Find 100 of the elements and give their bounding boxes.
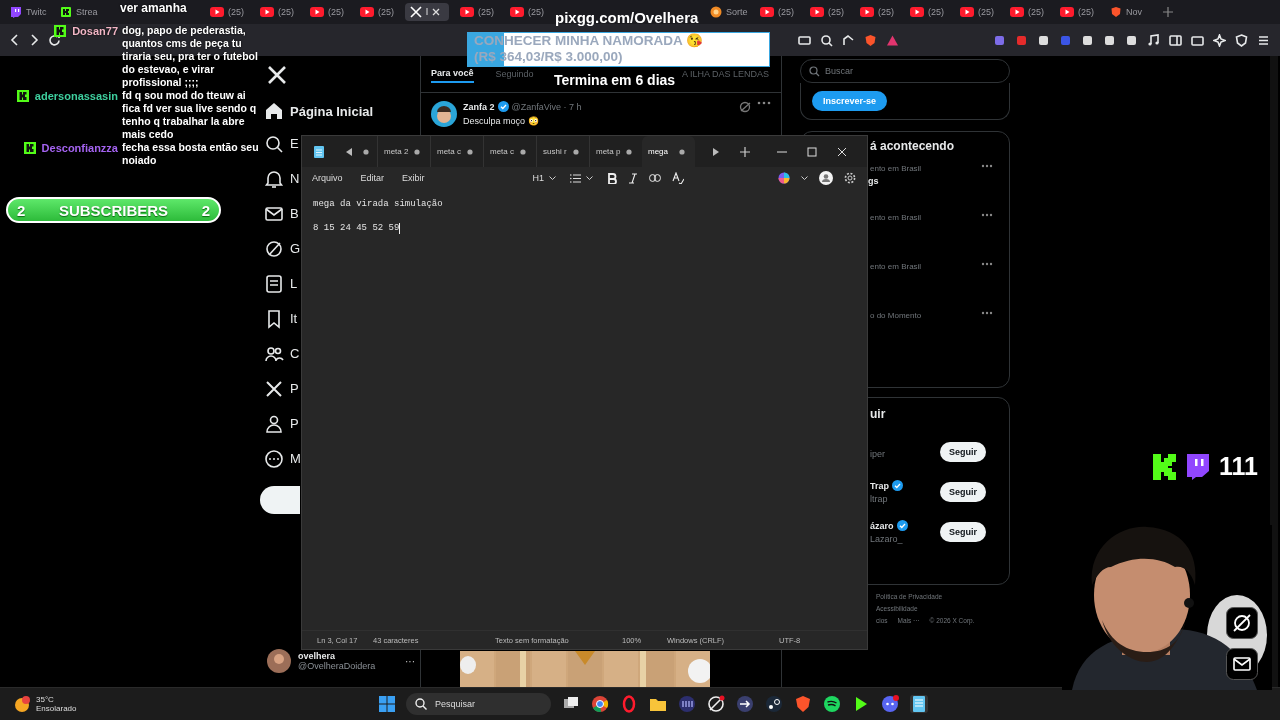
sparkle-icon[interactable] [1213, 33, 1226, 47]
account-name[interactable]: Trap [870, 480, 889, 491]
search-field[interactable]: Pesquisar [406, 693, 551, 715]
caret-icon[interactable] [801, 175, 808, 181]
shield-outline-icon[interactable] [1235, 33, 1248, 47]
grok-icon[interactable] [739, 101, 751, 113]
more-icon[interactable] [757, 101, 771, 105]
share-icon[interactable] [841, 33, 855, 47]
follow-button[interactable]: Seguir [940, 482, 986, 502]
screen-icon[interactable] [797, 33, 811, 47]
scroll-left-icon[interactable] [346, 147, 353, 156]
account-name[interactable]: ázaro [870, 520, 894, 531]
scroll-right-icon[interactable] [713, 147, 720, 156]
browser-tab[interactable]: (25) [355, 3, 403, 21]
browser-tab[interactable]: (25) [205, 3, 253, 21]
editor-tab[interactable]: sushi r [536, 136, 589, 167]
nav-link[interactable]: M [290, 451, 301, 466]
search-field[interactable]: Buscar [800, 59, 1010, 83]
italic-icon[interactable] [628, 172, 639, 184]
spellcheck-icon[interactable] [672, 172, 685, 184]
account-icon[interactable] [819, 171, 833, 185]
lion-shield-icon[interactable] [794, 695, 812, 713]
author-name[interactable]: Zanfa 2 [463, 101, 495, 112]
nav-link[interactable]: P [290, 381, 299, 396]
browser-tab[interactable]: (25) [855, 3, 903, 21]
browser-tab[interactable]: Strea [55, 3, 103, 21]
x-logo-icon[interactable] [266, 64, 288, 86]
browser-tab[interactable]: (25) [1055, 3, 1103, 21]
browser-tab[interactable]: (25) [805, 3, 853, 21]
nav-link[interactable]: Página Inicial [290, 103, 374, 119]
follow-button[interactable]: Seguir [940, 522, 986, 542]
editor-tab[interactable]: meta c [430, 136, 483, 167]
bold-icon[interactable] [607, 172, 618, 184]
x-logo-icon[interactable] [264, 378, 284, 399]
trend-topic[interactable]: gs [868, 176, 922, 186]
menu-item[interactable]: Arquivo [312, 173, 343, 183]
colorful-logo-icon[interactable] [778, 172, 790, 184]
heading-dropdown[interactable]: H1 [532, 173, 557, 183]
follow-button[interactable]: Seguir [940, 442, 986, 462]
nav-link[interactable]: It [290, 311, 298, 326]
nav-link[interactable]: P [290, 416, 299, 431]
nav-link[interactable]: N [290, 171, 300, 186]
menu-icon[interactable] [1257, 33, 1270, 47]
nav-link[interactable]: B [290, 206, 299, 221]
nav-link[interactable]: C [290, 346, 300, 361]
extension-icon[interactable] [1103, 33, 1116, 47]
feed-tab[interactable]: Seguindo [495, 68, 534, 82]
new-tab-icon[interactable] [1163, 7, 1173, 17]
sidebar-icon[interactable] [1169, 33, 1182, 47]
lion-shield-icon[interactable] [863, 33, 877, 47]
wallet-icon[interactable] [1191, 33, 1204, 47]
browser-tab[interactable]: (25) [255, 3, 303, 21]
more-icon[interactable] [264, 448, 284, 469]
link-icon[interactable] [649, 174, 662, 182]
browser-tab[interactable]: Twitc [5, 3, 53, 21]
person-icon[interactable] [264, 413, 284, 434]
triangle-icon[interactable] [885, 33, 899, 47]
notepad-icon[interactable] [910, 695, 928, 713]
search-icon[interactable] [264, 133, 284, 154]
browser-tab[interactable]: Nov [1105, 3, 1153, 21]
avatar[interactable] [431, 101, 457, 127]
forward-icon[interactable] [29, 34, 39, 46]
bell-icon[interactable] [264, 168, 284, 189]
browser-tab[interactable]: l [405, 3, 449, 21]
browser-icon[interactable] [591, 695, 609, 713]
nav-link[interactable]: G [290, 241, 301, 256]
more-button[interactable]: ··· [405, 655, 415, 667]
settings-icon[interactable] [844, 172, 856, 184]
nav-link[interactable]: E [290, 136, 299, 151]
extension-icon[interactable] [1125, 33, 1138, 47]
back-icon[interactable] [10, 34, 20, 46]
browser-tab[interactable]: (25) [505, 3, 553, 21]
menu-item[interactable]: Editar [360, 173, 385, 183]
ring-icon[interactable] [620, 695, 638, 713]
steam-icon[interactable] [765, 695, 783, 713]
browser-tab[interactable]: (25) [1005, 3, 1053, 21]
browser-tab[interactable]: (25) [305, 3, 353, 21]
extension-icon[interactable] [1081, 33, 1094, 47]
new-tab-icon[interactable] [740, 146, 750, 157]
scrollbar[interactable] [1270, 56, 1278, 687]
home-icon[interactable] [264, 101, 284, 121]
browser-tab[interactable]: Sorte [705, 3, 753, 21]
mail-icon[interactable] [1226, 648, 1258, 680]
avatar[interactable] [267, 649, 291, 673]
maximize-icon[interactable] [807, 146, 817, 157]
list-icon[interactable] [264, 273, 284, 294]
menu-item[interactable]: Exibir [402, 173, 425, 183]
post-button[interactable] [260, 486, 300, 514]
extension-icon[interactable] [1037, 33, 1050, 47]
slashed-circle-icon[interactable] [264, 238, 284, 259]
app-icon[interactable] [678, 695, 696, 713]
list-dropdown[interactable] [570, 173, 594, 183]
chat-app-icon[interactable] [881, 695, 899, 713]
feed-tab[interactable]: A ILHA DAS LENDAS [681, 68, 769, 82]
close-icon[interactable] [432, 8, 440, 16]
music-circle-icon[interactable] [823, 695, 841, 713]
browser-tab[interactable]: (25) [455, 3, 503, 21]
editor-tab[interactable]: mega [642, 136, 695, 167]
zoom-icon[interactable] [819, 33, 833, 47]
music-icon[interactable] [1147, 33, 1160, 47]
